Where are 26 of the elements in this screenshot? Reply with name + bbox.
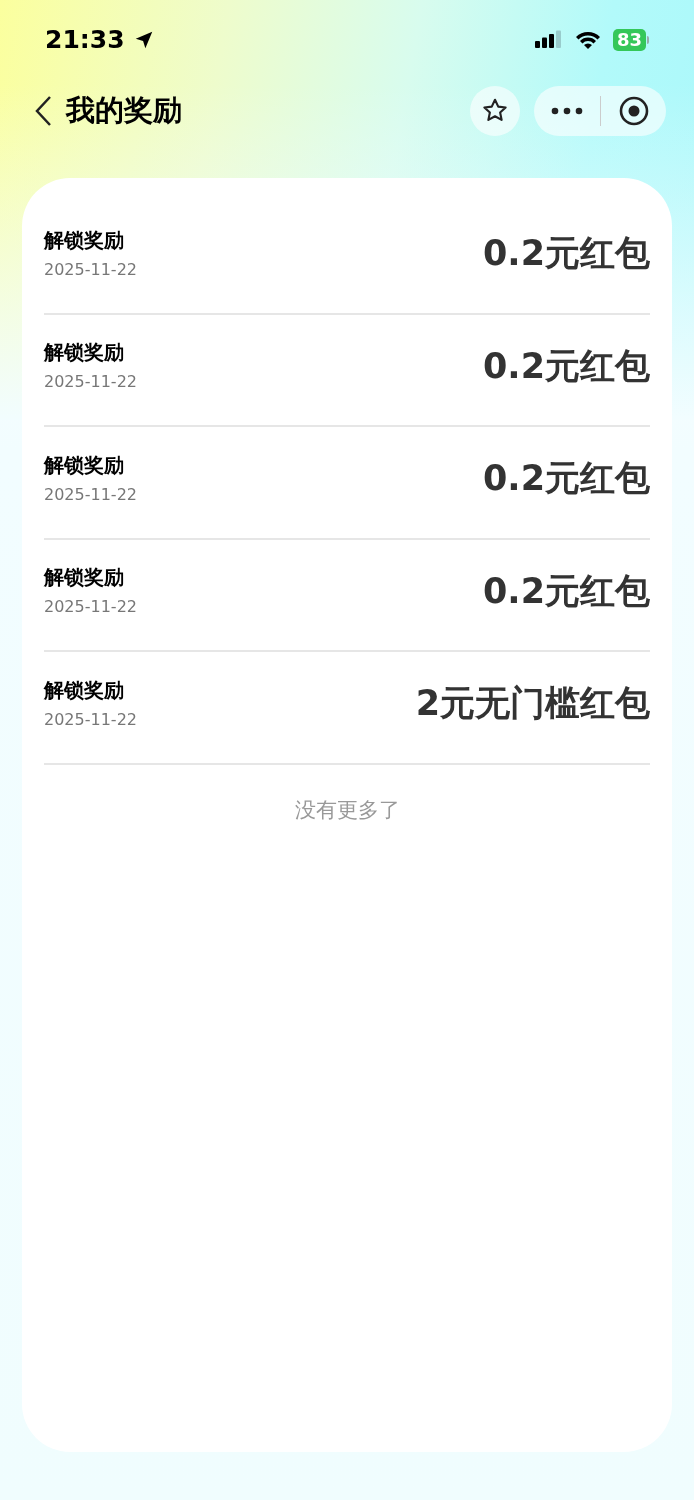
reward-amount: 2元无门槛红包 [415,682,650,725]
reward-title: 解锁奖励 [44,339,125,367]
page-title: 我的奖励 [66,92,182,130]
end-of-list-text: 没有更多了 [294,796,400,824]
reward-title: 解锁奖励 [44,676,125,704]
status-time: 21:33 [45,24,125,57]
reward-title: 解锁奖励 [44,226,125,254]
reward-title: 解锁奖励 [44,451,125,479]
favorite-star-button[interactable] [470,86,520,136]
reward-date: 2025-11-22 [44,371,137,394]
reward-date: 2025-11-22 [44,258,137,281]
reward-amount: 0.2元红包 [483,232,650,275]
reward-amount: 0.2元红包 [483,457,650,500]
signal-icon [534,30,563,50]
more-dots-icon [551,107,583,115]
wifi-icon [574,30,601,50]
target-circle-icon [617,95,650,127]
reward-date: 2025-11-22 [44,483,137,506]
reward-date: 2025-11-22 [44,596,137,619]
reward-date: 2025-11-22 [44,708,137,731]
reward-amount: 0.2元红包 [483,344,650,388]
battery-indicator: 83 [612,29,649,51]
reward-title: 解锁奖励 [44,564,125,592]
back-chevron-icon [34,95,52,127]
back-button[interactable] [34,94,54,128]
reward-amount: 0.2元红包 [483,569,650,613]
